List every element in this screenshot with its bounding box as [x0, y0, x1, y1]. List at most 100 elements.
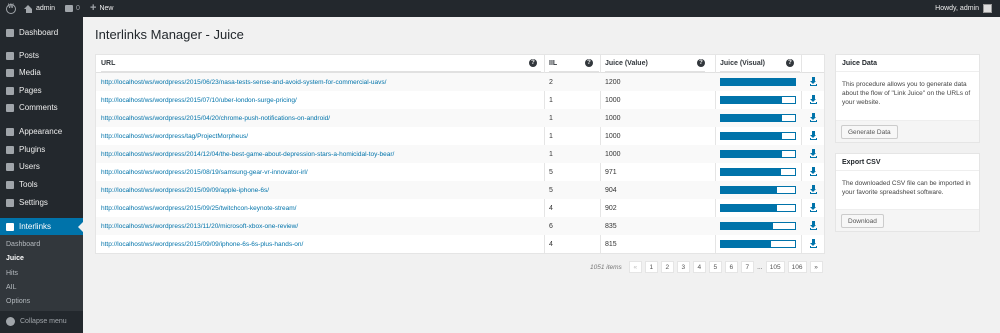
page-button-1[interactable]: 1 [644, 261, 658, 273]
juice-value: 904 [605, 186, 617, 194]
page-button-6[interactable]: 6 [724, 261, 738, 273]
sidebar-item-dashboard[interactable]: Dashboard [0, 24, 83, 41]
collapse-icon [6, 317, 15, 326]
url-link[interactable]: http://localhost/ws/wordpress/2015/07/10… [101, 91, 297, 109]
sidebar-item-label: Appearance [19, 127, 63, 136]
submenu-item-dashboard[interactable]: Dashboard [6, 241, 40, 248]
generate-data-button[interactable]: Generate Data [841, 125, 898, 139]
sidebar-item-tools[interactable]: Tools [0, 176, 83, 193]
panel-footer: Download [836, 209, 979, 231]
url-link[interactable]: http://localhost/ws/wordpress/2015/08/19… [101, 163, 308, 181]
juice-bar-fill [721, 133, 783, 139]
details-icon[interactable] [810, 113, 818, 122]
dashboard-icon [6, 28, 14, 37]
sidebar-item-label: Pages [19, 86, 42, 95]
url-link[interactable]: http://localhost/ws/wordpress/2013/11/20… [101, 217, 298, 235]
juice-data-panel: Juice Data This procedure allows you to … [835, 54, 980, 143]
help-icon[interactable]: ? [786, 59, 794, 67]
url-link[interactable]: http://localhost/ws/wordpress/2015/09/25… [101, 199, 296, 217]
sidebar-item-label: Settings [19, 198, 48, 207]
sidebar-item-appearance[interactable]: Appearance [0, 123, 83, 140]
iil-value: 5 [549, 168, 553, 176]
juice-bar-fill [721, 241, 772, 247]
comments-icon [6, 103, 14, 112]
page-button-105[interactable]: 105 [765, 261, 785, 273]
url-link[interactable]: http://localhost/ws/wordpress/2014/12/04… [101, 145, 394, 163]
pagination: 1051 items « 1 2 3 4 5 6 7 ... 105 106 » [590, 261, 823, 273]
juice-bar-fill [721, 151, 783, 157]
details-icon[interactable] [810, 149, 818, 158]
new-label: New [99, 5, 114, 12]
sidebar-item-label: Tools [19, 180, 38, 189]
page-button-3[interactable]: 3 [676, 261, 690, 273]
link-icon [6, 222, 14, 231]
details-icon[interactable] [810, 77, 818, 86]
url-link[interactable]: http://localhost/ws/wordpress/2015/09/09… [101, 181, 269, 199]
prev-page-button[interactable]: « [628, 261, 642, 273]
plugins-icon [6, 145, 14, 154]
media-icon [6, 68, 14, 77]
help-icon[interactable]: ? [697, 59, 705, 67]
sidebar-item-interlinks[interactable]: Interlinks [0, 218, 83, 235]
appearance-icon [6, 127, 14, 136]
column-header-juice-value: Juice (Value) [605, 55, 705, 72]
wp-logo-menu[interactable] [6, 0, 16, 17]
help-icon[interactable]: ? [529, 59, 537, 67]
submenu-item-juice[interactable]: Juice [6, 255, 24, 262]
details-icon[interactable] [810, 167, 818, 176]
juice-bar-fill [721, 79, 795, 85]
page-button-7[interactable]: 7 [740, 261, 754, 273]
next-page-button[interactable]: » [809, 261, 823, 273]
details-icon[interactable] [810, 185, 818, 194]
collapse-menu-button[interactable]: Collapse menu [6, 317, 67, 326]
sidebar-item-label: Dashboard [19, 28, 59, 37]
sidebar-item-media[interactable]: Media [0, 64, 83, 81]
column-header-url: URL [101, 55, 541, 72]
sidebar-item-posts[interactable]: Posts [0, 47, 83, 64]
page-button-2[interactable]: 2 [660, 261, 674, 273]
details-icon[interactable] [810, 203, 818, 212]
juice-bar [720, 78, 796, 86]
table-row: http://localhost/ws/wordpress/2015/09/25… [96, 199, 824, 217]
help-icon[interactable]: ? [585, 59, 593, 67]
page-button-106[interactable]: 106 [787, 261, 807, 273]
submenu-item-ail[interactable]: AIL [6, 284, 17, 291]
details-icon[interactable] [810, 131, 818, 140]
sidebar-item-plugins[interactable]: Plugins [0, 141, 83, 158]
export-csv-panel: Export CSV The downloaded CSV file can b… [835, 153, 980, 232]
sidebar-item-users[interactable]: Users [0, 158, 83, 175]
juice-bar [720, 150, 796, 158]
juice-table: URL ? IIL ? Juice (Value) ? Juice (Visua… [95, 54, 825, 254]
submenu-item-hits[interactable]: Hits [6, 270, 18, 277]
pages-icon [6, 86, 14, 95]
juice-bar [720, 114, 796, 122]
howdy-label: Howdy, admin [935, 5, 979, 12]
wordpress-icon [6, 3, 16, 14]
juice-bar [720, 168, 796, 176]
user-account-menu[interactable]: Howdy, admin [935, 0, 992, 17]
sidebar-item-comments[interactable]: Comments [0, 99, 83, 116]
url-link[interactable]: http://localhost/ws/wordpress/tag/Projec… [101, 127, 248, 145]
juice-bar-fill [721, 223, 773, 229]
iil-value: 1 [549, 114, 553, 122]
sidebar-item-label: Users [19, 162, 40, 171]
collapse-label: Collapse menu [20, 318, 67, 325]
iil-value: 5 [549, 186, 553, 194]
page-button-4[interactable]: 4 [692, 261, 706, 273]
site-name-menu[interactable]: admin [24, 0, 55, 17]
url-link[interactable]: http://localhost/ws/wordpress/2015/09/09… [101, 235, 303, 253]
new-content-menu[interactable]: + New [90, 0, 113, 17]
sidebar-item-settings[interactable]: Settings [0, 194, 83, 211]
download-button[interactable]: Download [841, 214, 884, 228]
sidebar-item-label: Media [19, 68, 41, 77]
details-icon[interactable] [810, 221, 818, 230]
submenu-item-options[interactable]: Options [6, 298, 30, 305]
url-link[interactable]: http://localhost/ws/wordpress/2015/04/20… [101, 109, 330, 127]
page-button-5[interactable]: 5 [708, 261, 722, 273]
url-link[interactable]: http://localhost/ws/wordpress/2015/06/23… [101, 73, 386, 91]
comments-menu[interactable]: 0 [65, 0, 80, 17]
panel-title: Juice Data [836, 55, 979, 72]
details-icon[interactable] [810, 95, 818, 104]
sidebar-item-pages[interactable]: Pages [0, 82, 83, 99]
details-icon[interactable] [810, 239, 818, 248]
